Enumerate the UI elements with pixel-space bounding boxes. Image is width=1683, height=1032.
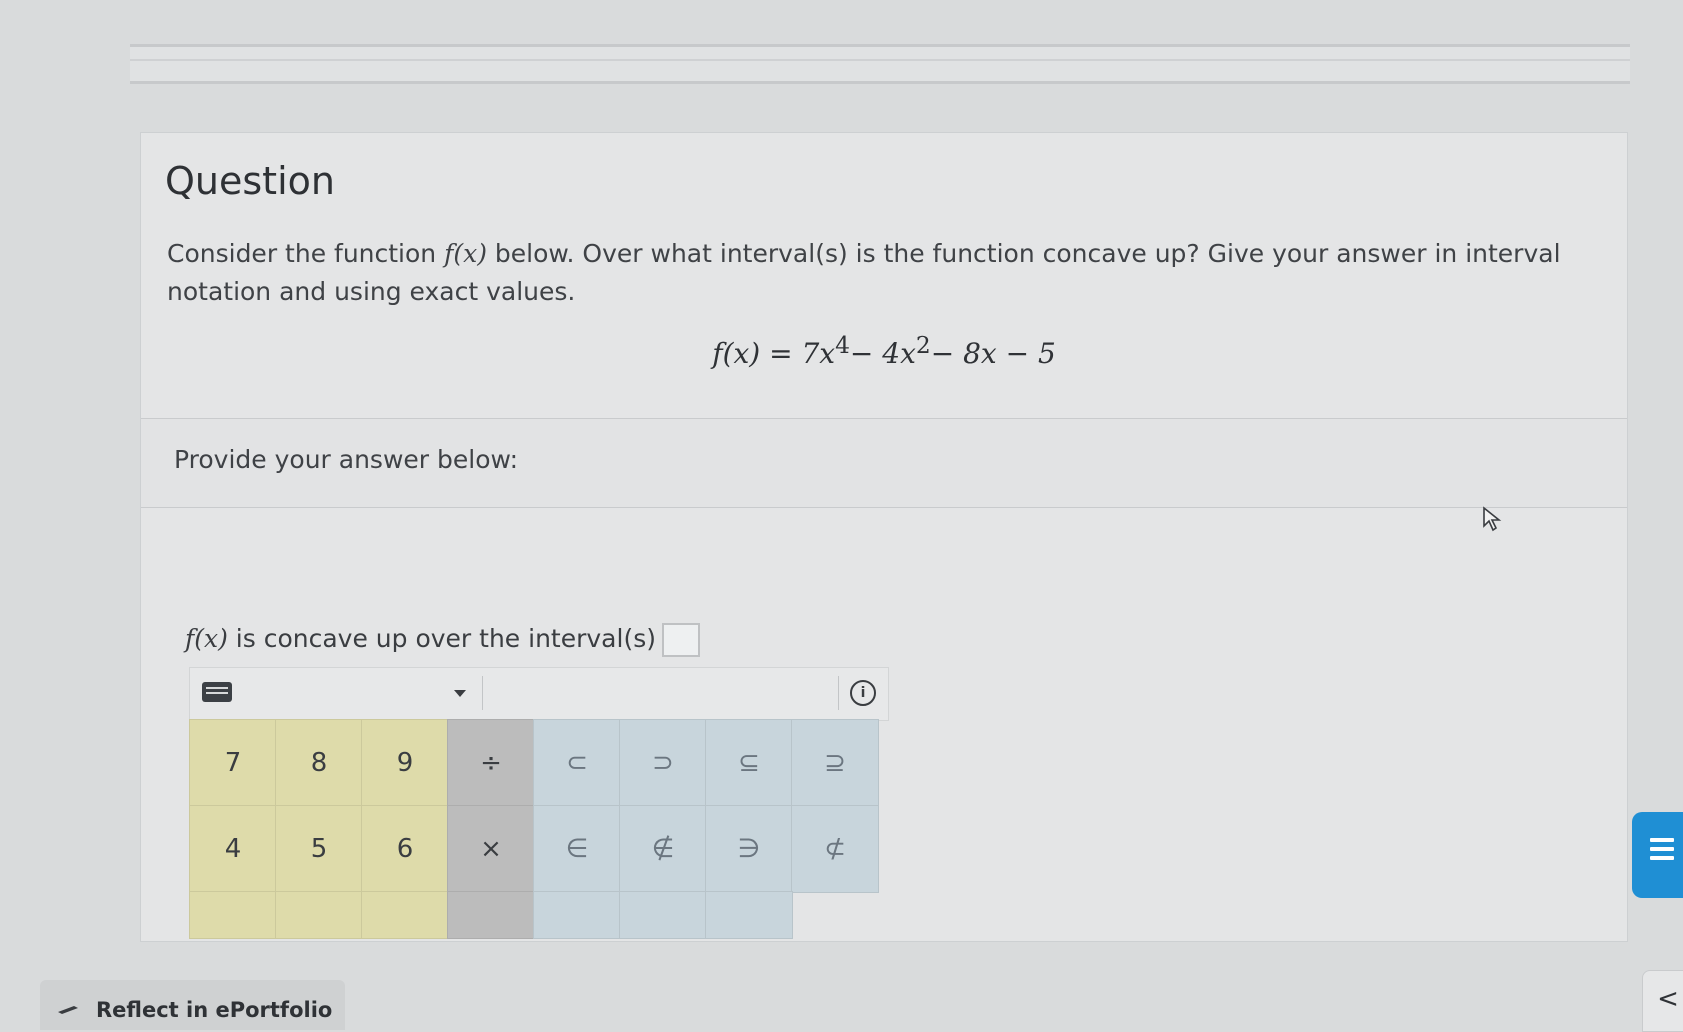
pencil-icon	[58, 1006, 78, 1014]
math-keypad: i 7 8 9 ÷ ⊂ ⊃ ⊆ ⊇ 4 5 6 × ∈ ∉ ∋ ⊄	[189, 667, 889, 939]
formula-exp1: 4	[835, 331, 850, 359]
key-element-of[interactable]: ∈	[533, 805, 621, 893]
key-9[interactable]: 9	[361, 719, 449, 807]
keypad-grid: 7 8 9 ÷ ⊂ ⊃ ⊆ ⊇ 4 5 6 × ∈ ∉ ∋ ⊄	[189, 719, 887, 939]
answer-line: f(x) is concave up over the interval(s)	[185, 623, 700, 657]
formula-mid1: − 4x	[849, 337, 916, 371]
reflect-label: Reflect in ePortfolio	[96, 998, 333, 1022]
question-text-prefix: Consider the function	[167, 239, 445, 268]
keyboard-icon[interactable]	[202, 682, 232, 702]
formula-lhs: f(x) = 7x	[712, 337, 836, 371]
key-partial[interactable]	[189, 891, 277, 939]
answer-input[interactable]	[661, 623, 700, 657]
band-line	[130, 59, 1630, 61]
question-text: Consider the function f(x) below. Over w…	[167, 235, 1607, 311]
answer-label: is concave up over the interval(s)	[227, 624, 656, 653]
key-6[interactable]: 6	[361, 805, 449, 893]
key-partial[interactable]	[533, 891, 621, 939]
formula-rest: − 8x − 5	[930, 337, 1056, 371]
key-4[interactable]: 4	[189, 805, 277, 893]
key-subset[interactable]: ⊂	[533, 719, 621, 807]
key-partial[interactable]	[361, 891, 449, 939]
divider	[141, 507, 1627, 508]
top-band	[130, 44, 1630, 84]
collapse-arrow-button[interactable]: <	[1642, 970, 1683, 1032]
key-superset-eq[interactable]: ⊇	[791, 719, 879, 807]
mouse-cursor-icon	[1483, 506, 1502, 532]
key-subset-eq[interactable]: ⊆	[705, 719, 793, 807]
key-superset[interactable]: ⊃	[619, 719, 707, 807]
key-partial[interactable]	[619, 891, 707, 939]
key-divide[interactable]: ÷	[447, 719, 535, 807]
info-icon[interactable]: i	[850, 680, 876, 706]
answer-func: f(x)	[185, 624, 228, 653]
question-title: Question	[165, 159, 335, 203]
toolbar-separator	[838, 676, 839, 710]
formula-exp2: 2	[915, 331, 931, 359]
key-partial[interactable]	[447, 891, 535, 939]
key-not-subset[interactable]: ⊄	[791, 805, 879, 893]
question-card: Question Consider the function f(x) belo…	[140, 132, 1628, 942]
toolbar-separator	[482, 676, 483, 710]
answer-prompt: Provide your answer below:	[174, 445, 518, 474]
key-7[interactable]: 7	[189, 719, 277, 807]
reflect-tab[interactable]: Reflect in ePortfolio	[40, 980, 345, 1030]
key-8[interactable]: 8	[275, 719, 363, 807]
function-formula: f(x) = 7x4 − 4x2 − 8x − 5	[141, 331, 1627, 370]
key-contains[interactable]: ∋	[705, 805, 793, 893]
chat-icon	[1650, 838, 1674, 862]
key-partial[interactable]	[705, 891, 793, 939]
chat-button[interactable]	[1632, 812, 1683, 898]
key-times[interactable]: ×	[447, 805, 535, 893]
keypad-toolbar: i	[189, 667, 889, 721]
key-5[interactable]: 5	[275, 805, 363, 893]
question-text-func: f(x)	[444, 239, 487, 268]
dropdown-arrow-icon[interactable]	[454, 690, 466, 697]
key-partial[interactable]	[275, 891, 363, 939]
key-not-element-of[interactable]: ∉	[619, 805, 707, 893]
